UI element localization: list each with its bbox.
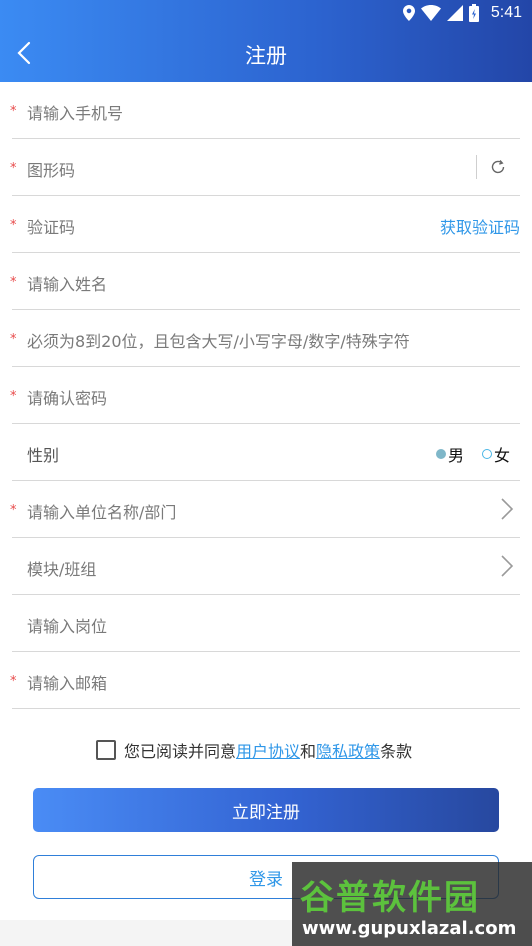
refresh-icon bbox=[491, 160, 505, 174]
gender-female-option[interactable]: 女 bbox=[481, 442, 510, 466]
required-marker: * bbox=[10, 104, 17, 119]
agreement-row: 您已阅读并同意 用户协议 和 隐私政策 条款 bbox=[96, 738, 412, 762]
signal-icon bbox=[446, 5, 463, 21]
register-form: * 请输入手机号 * 图形码 * 验证码 获取验证码 * 请输入姓名 * 必须为… bbox=[0, 82, 532, 709]
status-time: 5:41 bbox=[490, 4, 522, 21]
password-row: * 必须为8到20位，且包含大写/小写字母/数字/特殊字符 bbox=[0, 310, 532, 367]
watermark-logo: 谷普软件园 www.gupuxlazal.com bbox=[292, 862, 532, 946]
chevron-right-icon bbox=[501, 555, 514, 577]
required-marker: * bbox=[10, 161, 17, 176]
status-icons: 5:41 bbox=[402, 4, 522, 22]
chevron-right-icon bbox=[501, 498, 514, 520]
gender-male-option[interactable]: 男 bbox=[435, 442, 464, 466]
required-marker: * bbox=[10, 218, 17, 233]
vertical-divider bbox=[476, 155, 477, 179]
gender-options: 男 女 bbox=[435, 442, 510, 466]
module-placeholder: 模块/班组 bbox=[27, 560, 97, 579]
phone-placeholder: 请输入手机号 bbox=[27, 104, 124, 123]
status-bar: 5:41 bbox=[0, 0, 532, 28]
unit-row[interactable]: * 请输入单位名称/部门 bbox=[0, 481, 532, 538]
code-input[interactable] bbox=[20, 196, 472, 252]
page-title: 注册 bbox=[245, 44, 287, 68]
radio-unselected-icon bbox=[481, 449, 492, 459]
watermark-url: www.gupuxlazal.com bbox=[302, 918, 517, 939]
name-row: * 请输入姓名 bbox=[0, 253, 532, 310]
password-placeholder: 必须为8到20位，且包含大写/小写字母/数字/特殊字符 bbox=[27, 332, 410, 351]
required-marker: * bbox=[10, 503, 17, 518]
email-row: * 请输入邮箱 bbox=[0, 652, 532, 709]
name-placeholder: 请输入姓名 bbox=[27, 275, 108, 294]
captcha-row: * 图形码 bbox=[0, 139, 532, 196]
captcha-refresh-button[interactable] bbox=[476, 155, 520, 179]
captcha-placeholder: 图形码 bbox=[27, 161, 76, 180]
captcha-input[interactable] bbox=[20, 139, 472, 195]
confirm-password-row: * 请确认密码 bbox=[0, 367, 532, 424]
gender-row: 性别 男 女 bbox=[0, 424, 532, 481]
watermark-title: 谷普软件园 bbox=[300, 878, 480, 918]
gender-male-label: 男 bbox=[447, 446, 464, 465]
email-placeholder: 请输入邮箱 bbox=[27, 674, 108, 693]
module-row[interactable]: 模块/班组 bbox=[0, 538, 532, 595]
post-placeholder: 请输入岗位 bbox=[27, 617, 108, 636]
code-placeholder: 验证码 bbox=[27, 218, 76, 237]
wifi-icon bbox=[420, 5, 441, 21]
privacy-policy-link[interactable]: 隐私政策 bbox=[316, 738, 380, 762]
agreement-checkbox[interactable] bbox=[96, 740, 116, 760]
phone-row: * 请输入手机号 bbox=[0, 82, 532, 139]
battery-icon bbox=[468, 4, 479, 22]
required-marker: * bbox=[10, 332, 17, 347]
divider bbox=[12, 708, 520, 709]
agreement-suffix: 条款 bbox=[380, 742, 413, 761]
get-code-button[interactable]: 获取验证码 bbox=[440, 214, 520, 238]
user-agreement-link[interactable]: 用户协议 bbox=[236, 738, 300, 762]
header-bar: 5:41 注册 bbox=[0, 0, 532, 82]
post-row: 请输入岗位 bbox=[0, 595, 532, 652]
unit-placeholder: 请输入单位名称/部门 bbox=[27, 503, 177, 522]
agreement-prefix: 您已阅读并同意 bbox=[124, 742, 237, 761]
location-icon bbox=[402, 5, 415, 21]
gender-label: 性别 bbox=[27, 446, 60, 465]
required-marker: * bbox=[10, 674, 17, 689]
confirm-password-placeholder: 请确认密码 bbox=[27, 389, 108, 408]
agreement-and: 和 bbox=[300, 742, 317, 761]
radio-selected-icon bbox=[435, 449, 446, 459]
code-row: * 验证码 获取验证码 bbox=[0, 196, 532, 253]
required-marker: * bbox=[10, 275, 17, 290]
gender-female-label: 女 bbox=[493, 446, 510, 465]
register-button[interactable]: 立即注册 bbox=[33, 788, 499, 832]
required-marker: * bbox=[10, 389, 17, 404]
